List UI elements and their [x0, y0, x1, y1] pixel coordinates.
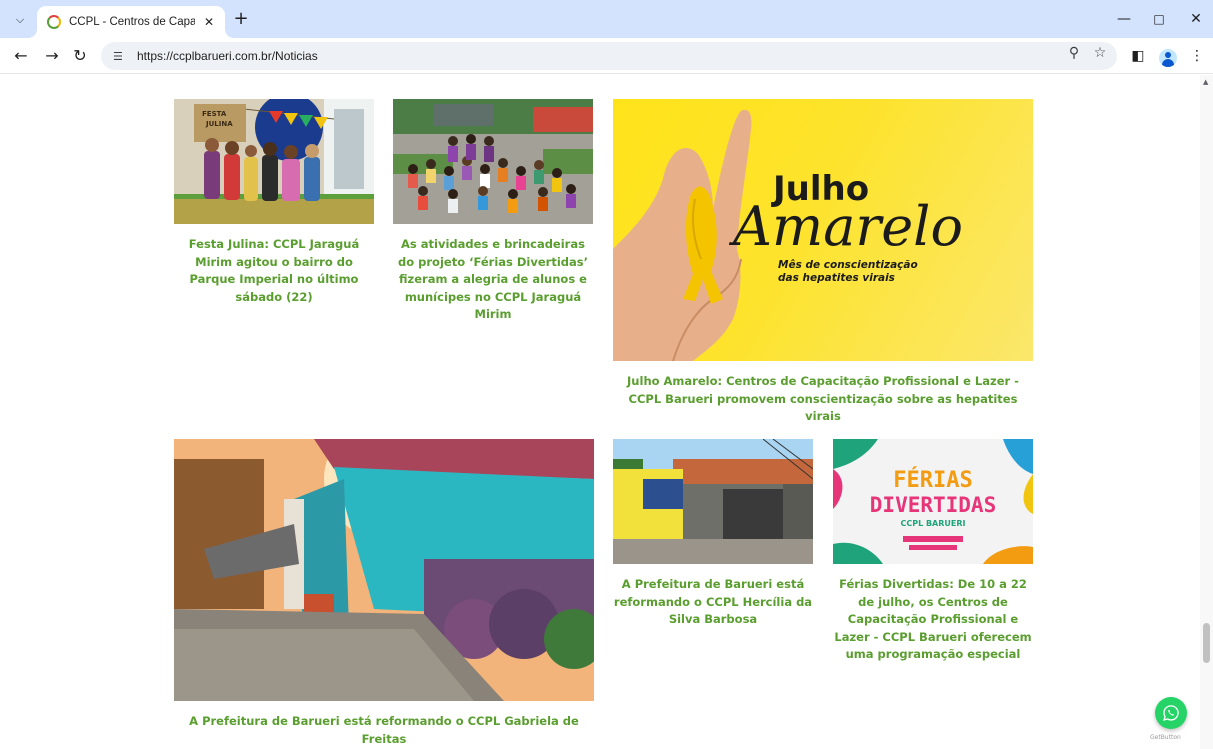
svg-text:JULINA: JULINA	[205, 120, 233, 128]
ferias-divertidas-banner-line-2: DIVERTIDAS	[869, 493, 997, 517]
news-caption-festa-julina[interactable]: Festa Julina: CCPL Jaraguá Mirim agitou …	[172, 236, 376, 306]
news-image-ferias-divertidas-programacao[interactable]: FÉRIAS DIVERTIDAS CCPL BARUERI	[833, 439, 1033, 564]
page-content: FESTA JULINA Festa Julina: CCPL Jaraguá …	[0, 75, 1200, 749]
news-image-festa-julina[interactable]: FESTA JULINA	[174, 99, 374, 224]
forward-arrow-icon[interactable]: →	[41, 45, 63, 67]
gabriela-de-freitas-building-photo	[174, 439, 594, 701]
url-text[interactable]: https://ccplbarueri.com.br/Noticias	[137, 49, 318, 63]
ferias-divertidas-banner-line-1: FÉRIAS	[893, 468, 973, 493]
reload-icon[interactable]: ↻	[69, 45, 91, 67]
getbutton-label: GetButton	[1150, 734, 1181, 741]
news-caption-hercilia-barbosa[interactable]: A Prefeitura de Barueri está reformando …	[611, 576, 815, 629]
tab-strip: ⌵ CCPL - Centros de Capacitação ✕ + — □ …	[0, 0, 1213, 38]
maximize-icon[interactable]: □	[1147, 8, 1171, 30]
julho-amarelo-subtitle-1: Mês de conscientização	[778, 259, 918, 271]
plus-icon[interactable]: +	[230, 9, 252, 31]
chevron-down-icon[interactable]: ⌵	[9, 9, 31, 31]
svg-text:FESTA: FESTA	[202, 110, 227, 118]
scroll-up-arrow-icon[interactable]: ▲	[1203, 78, 1208, 86]
browser-toolbar: ← → ↻ ☰ https://ccplbarueri.com.br/Notic…	[0, 38, 1213, 74]
window-close-icon[interactable]: ✕	[1184, 8, 1208, 30]
minimize-icon[interactable]: —	[1112, 8, 1136, 30]
ferias-divertidas-banner-line-3: CCPL BARUERI	[900, 519, 966, 528]
favicon-icon	[47, 15, 61, 29]
whatsapp-button[interactable]	[1155, 697, 1187, 729]
tab-title: CCPL - Centros de Capacitação	[69, 16, 195, 28]
browser-tab[interactable]: CCPL - Centros de Capacitação ✕	[28, 6, 234, 38]
star-icon[interactable]: ☆	[1091, 44, 1109, 62]
zoom-icon[interactable]: ⚲	[1065, 44, 1083, 62]
address-bar[interactable]: ☰ https://ccplbarueri.com.br/Noticias	[101, 42, 1117, 70]
news-image-hercilia-barbosa[interactable]	[613, 439, 813, 564]
news-caption-ferias-divertidas-atividades[interactable]: As atividades e brincadeiras do projeto …	[391, 236, 595, 324]
news-image-ferias-divertidas-atividades[interactable]	[393, 99, 593, 224]
news-image-julho-amarelo[interactable]: Julho Amarelo Mês de conscientização das…	[613, 99, 1033, 361]
site-info-icon[interactable]: ☰	[113, 50, 127, 63]
side-panel-icon[interactable]: ◧	[1129, 47, 1147, 65]
hercilia-barbosa-construction-photo	[613, 439, 813, 564]
festa-julina-photo: FESTA JULINA	[174, 99, 374, 224]
kebab-menu-icon[interactable]: ⋮	[1188, 47, 1206, 65]
news-caption-gabriela-de-freitas[interactable]: A Prefeitura de Barueri está reformando …	[174, 713, 594, 748]
julho-amarelo-subtitle-2: das hepatites virais	[778, 272, 895, 284]
whatsapp-icon	[1163, 705, 1179, 721]
news-caption-ferias-divertidas-programacao[interactable]: Férias Divertidas: De 10 a 22 de julho, …	[831, 576, 1035, 664]
ferias-divertidas-group-photo	[393, 99, 593, 224]
close-icon[interactable]: ✕	[201, 15, 217, 29]
julho-amarelo-script: Amarelo	[733, 195, 963, 258]
news-image-gabriela-de-freitas[interactable]	[174, 439, 594, 701]
profile-icon[interactable]	[1159, 49, 1177, 67]
news-caption-julho-amarelo[interactable]: Julho Amarelo: Centros de Capacitação Pr…	[613, 373, 1033, 426]
scrollbar-thumb[interactable]	[1203, 623, 1210, 663]
back-arrow-icon[interactable]: ←	[10, 45, 32, 67]
